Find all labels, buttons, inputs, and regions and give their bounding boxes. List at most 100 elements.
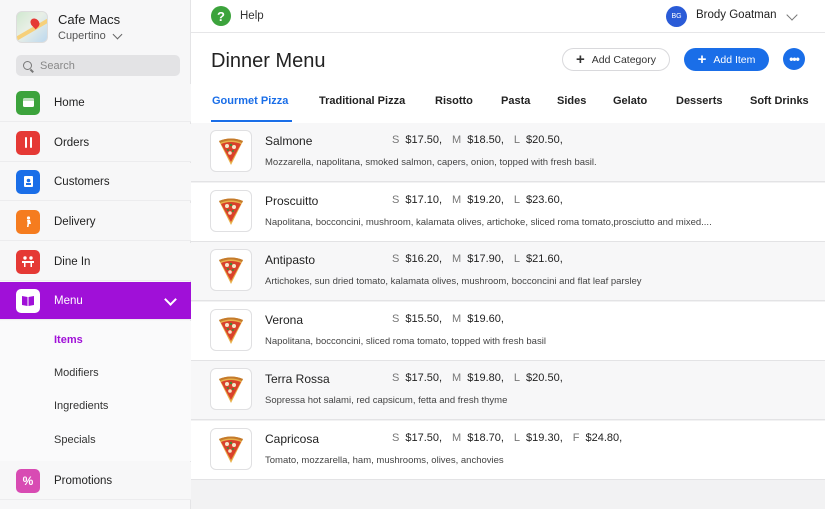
sidebar-item-menu[interactable]: Menu xyxy=(0,282,191,320)
sidebar-item-orders[interactable]: Orders xyxy=(0,124,191,162)
sidebar-item-label: Dine In xyxy=(54,255,91,268)
item-description: Napolitana, bocconcini, mushroom, kalama… xyxy=(265,216,712,228)
sidebar-item-dine-in[interactable]: Dine In xyxy=(0,243,191,281)
item-prices: S $17.50, M $19.80, L $20.50, xyxy=(392,372,573,384)
fork-knife-icon xyxy=(16,130,40,155)
item-name: Antipasto xyxy=(265,253,316,267)
submenu-item-items[interactable]: Items xyxy=(54,334,83,346)
table-row[interactable]: Salmone S $17.50, M $18.50, L $20.50, Mozzarell… xyxy=(191,123,825,182)
search-input[interactable] xyxy=(40,59,170,72)
size-label: M xyxy=(452,431,462,444)
sidebar-item-label: Menu xyxy=(54,294,83,307)
help-link[interactable]: Help xyxy=(240,10,264,22)
size-label: M xyxy=(452,312,462,325)
dine-in-icon xyxy=(16,249,40,274)
table-row[interactable]: Antipasto S $16.20, M $17.90, L $21.60, Articho… xyxy=(191,242,825,301)
item-description: Sopressa hot salami, red capsicum, fetta… xyxy=(265,395,508,406)
tab-soft-drinks[interactable]: Soft Drinks xyxy=(750,95,809,107)
submenu-item-modifiers[interactable]: Modifiers xyxy=(54,367,99,379)
sidebar-item-promotions[interactable]: % Promotions xyxy=(0,462,191,500)
store-switcher[interactable]: Cafe Macs Cupertino xyxy=(16,11,123,43)
chevron-down-icon[interactable] xyxy=(786,9,798,21)
sidebar-item-label: Orders xyxy=(54,136,90,149)
add-category-button[interactable]: + Add Category xyxy=(562,48,670,71)
price-value: $20.50, xyxy=(526,372,563,384)
table-row[interactable]: Proscuitto S $17.10, M $19.20, L $23.60, Napoli… xyxy=(191,182,825,242)
item-description: Tomato, mozzarella, ham, mushrooms, oliv… xyxy=(265,454,504,466)
category-tabs: Gourmet Pizza Traditional Pizza Risotto … xyxy=(191,88,825,123)
sidebar-item-label: Customers xyxy=(54,175,110,188)
price-value: $19.20, xyxy=(467,193,504,206)
top-bar: ? Help BG Brody Goatman xyxy=(191,0,825,33)
size-label: S xyxy=(392,193,400,206)
size-label: S xyxy=(392,372,400,384)
more-options-button[interactable]: ••• xyxy=(783,48,805,70)
store-map-icon xyxy=(16,11,48,43)
sidebar-item-home[interactable]: Home xyxy=(0,84,191,122)
tab-desserts[interactable]: Desserts xyxy=(676,95,722,107)
size-label: M xyxy=(452,193,462,206)
price-value: $17.10, xyxy=(405,193,443,206)
price-value: $23.60, xyxy=(526,193,563,206)
size-label: M xyxy=(452,134,462,146)
size-label: M xyxy=(452,253,462,265)
sidebar-item-label: Home xyxy=(54,96,85,109)
price-value: $17.90, xyxy=(467,253,504,265)
price-value: $19.80, xyxy=(467,372,504,384)
tab-risotto[interactable]: Risotto xyxy=(435,95,473,107)
item-name: Salmone xyxy=(265,134,313,148)
active-tab-indicator xyxy=(211,120,292,122)
tab-sides[interactable]: Sides xyxy=(557,95,586,107)
pizza-icon xyxy=(210,427,252,470)
tab-traditional-pizza[interactable]: Traditional Pizza xyxy=(319,95,405,107)
store-location[interactable]: Cupertino xyxy=(58,29,123,42)
size-label: L xyxy=(513,431,521,444)
size-label: F xyxy=(572,431,580,444)
item-name: Capricosa xyxy=(265,431,320,446)
tab-gourmet-pizza[interactable]: Gourmet Pizza xyxy=(212,95,288,107)
add-item-button[interactable]: + Add Item xyxy=(684,48,769,71)
sidebar-item-label: Promotions xyxy=(54,474,113,487)
item-description: Napolitana, bocconcini, sliced roma toma… xyxy=(265,335,546,347)
submenu-item-specials[interactable]: Specials xyxy=(54,434,96,446)
price-value: $17.50, xyxy=(405,134,443,146)
plus-icon: + xyxy=(576,51,585,68)
price-value: $17.50, xyxy=(405,431,443,444)
home-icon xyxy=(16,90,40,115)
table-row[interactable]: Verona S $15.50, M $19.60, Napolitana, boccon… xyxy=(191,301,825,361)
main-header: Dinner Menu + Add Category + Add Item ••… xyxy=(191,33,825,123)
table-row[interactable]: Capricosa S $17.50, M $18.70, L $19.30, F $24.80… xyxy=(191,420,825,480)
price-value: $24.80, xyxy=(585,431,623,444)
table-row[interactable]: Terra Rossa S $17.50, M $19.80, L $20.50, Sopre… xyxy=(191,361,825,420)
avatar[interactable]: BG xyxy=(666,6,687,27)
size-label: L xyxy=(513,253,521,265)
price-value: $15.50, xyxy=(405,312,443,325)
page-title: Dinner Menu xyxy=(211,50,326,72)
size-label: S xyxy=(392,312,400,325)
chevron-down-icon[interactable] xyxy=(164,293,177,306)
item-prices: S $17.50, M $18.70, L $19.30, F $24.80, xyxy=(392,432,632,444)
sidebar-item-customers[interactable]: Customers xyxy=(0,163,191,201)
price-value: $18.70, xyxy=(467,431,504,444)
search-box[interactable] xyxy=(16,55,180,76)
pizza-icon xyxy=(210,130,252,172)
size-label: S xyxy=(392,134,400,146)
book-icon xyxy=(16,288,40,313)
sidebar-item-delivery[interactable]: Delivery xyxy=(0,203,191,241)
price-value: $18.50, xyxy=(467,134,504,146)
store-location-label: Cupertino xyxy=(58,30,106,42)
tab-pasta[interactable]: Pasta xyxy=(501,95,530,107)
price-value: $16.20, xyxy=(405,253,443,265)
item-name: Proscuitto xyxy=(265,193,319,208)
percent-icon: % xyxy=(16,468,40,493)
tab-gelato[interactable]: Gelato xyxy=(613,95,647,107)
plus-icon: + xyxy=(697,51,707,68)
pizza-icon xyxy=(210,308,252,351)
help-icon[interactable]: ? xyxy=(211,6,231,26)
submenu-item-ingredients[interactable]: Ingredients xyxy=(54,400,108,412)
user-name[interactable]: Brody Goatman xyxy=(696,9,777,21)
add-category-label: Add Category xyxy=(591,53,656,66)
price-value: $20.50, xyxy=(526,134,563,146)
search-icon xyxy=(23,61,32,70)
item-prices: S $17.10, M $19.20, L $23.60, xyxy=(392,194,573,206)
